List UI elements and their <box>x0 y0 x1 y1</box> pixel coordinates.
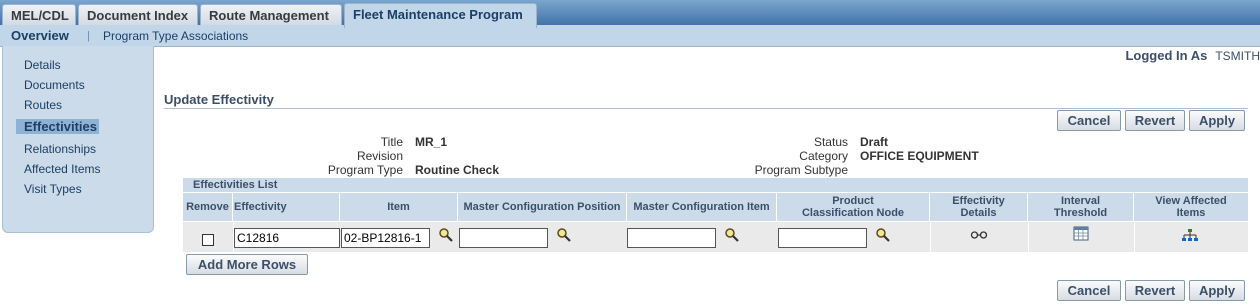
apply-button[interactable]: Apply <box>1189 110 1245 131</box>
column-item: Item <box>340 193 458 221</box>
logged-in-user: TSMITH <box>1215 49 1260 63</box>
sidebar-item-effectivities[interactable]: Effectivities <box>16 119 99 134</box>
calendar-icon[interactable] <box>1073 226 1089 241</box>
sidebar-item-affected-items[interactable]: Affected Items <box>24 162 100 176</box>
sub-navigation: Overview | Program Type Associations <box>0 27 1260 47</box>
sidebar-item-visit-types[interactable]: Visit Types <box>24 182 82 196</box>
status-value: Draft <box>860 135 889 149</box>
title-value: MR_1 <box>415 135 448 149</box>
program-subtype-label: Program Subtype <box>754 163 848 177</box>
tab-route-management[interactable]: Route Management <box>200 4 342 27</box>
glasses-icon[interactable] <box>970 230 988 240</box>
master-config-position-input[interactable] <box>459 228 548 248</box>
logged-in-info: Logged In As TSMITH <box>1125 48 1260 63</box>
cancel-button-bottom[interactable]: Cancel <box>1057 280 1121 301</box>
subnav-separator: | <box>87 30 90 42</box>
revert-button[interactable]: Revert <box>1125 110 1185 131</box>
revision-label: Revision <box>356 149 403 163</box>
program-type-label: Program Type <box>327 163 403 177</box>
logged-in-label: Logged In As <box>1125 48 1208 63</box>
remove-checkbox[interactable] <box>202 234 214 246</box>
title-label: Title <box>380 135 403 149</box>
cell-divider <box>1134 222 1135 252</box>
column-interval-threshold: Interval Threshold <box>1028 193 1134 221</box>
column-product-classification-node: Product Classification Node <box>777 193 930 221</box>
status-label: Status <box>813 135 848 149</box>
product-classification-node-input[interactable] <box>778 228 867 248</box>
cancel-button[interactable]: Cancel <box>1057 110 1121 131</box>
search-icon[interactable] <box>875 227 891 243</box>
column-view-affected-items: View Affected Items <box>1134 193 1248 221</box>
sidebar-item-details[interactable]: Details <box>24 58 61 72</box>
column-master-configuration-item: Master Configuration Item <box>627 193 777 221</box>
master-config-item-input[interactable] <box>627 228 716 248</box>
subnav-overview[interactable]: Overview <box>11 28 69 43</box>
sidebar-item-relationships[interactable]: Relationships <box>24 142 96 156</box>
search-icon[interactable] <box>556 227 572 243</box>
apply-button-bottom[interactable]: Apply <box>1189 280 1245 301</box>
tab-fleet-maintenance-program[interactable]: Fleet Maintenance Program <box>344 3 537 28</box>
column-master-configuration-position: Master Configuration Position <box>458 193 627 221</box>
item-input[interactable] <box>341 228 430 248</box>
sidebar-item-routes[interactable]: Routes <box>24 98 62 112</box>
add-more-rows-button[interactable]: Add More Rows <box>186 254 308 275</box>
search-icon[interactable] <box>438 227 454 243</box>
top-tab-bar: MEL/CDL Document Index Route Management … <box>0 0 1260 28</box>
cell-divider <box>1028 222 1029 252</box>
hierarchy-icon[interactable] <box>1181 228 1199 244</box>
cell-divider <box>930 222 931 252</box>
search-icon[interactable] <box>724 227 740 243</box>
effectivities-list-heading: Effectivities List <box>183 178 1248 192</box>
column-effectivity: Effectivity <box>233 193 340 221</box>
program-type-value: Routine Check <box>415 163 500 177</box>
side-navigation: Details Documents Routes Effectivities R… <box>2 46 154 233</box>
page-title: Update Effectivity <box>164 92 274 107</box>
sidebar-item-documents[interactable]: Documents <box>24 78 85 92</box>
revert-button-bottom[interactable]: Revert <box>1125 280 1185 301</box>
column-effectivity-details: Effectivity Details <box>930 193 1028 221</box>
column-remove: Remove <box>183 193 233 221</box>
tab-document-index[interactable]: Document Index <box>78 4 198 27</box>
category-value: OFFICE EQUIPMENT <box>860 149 979 163</box>
title-divider <box>164 108 1248 109</box>
category-label: Category <box>799 149 848 163</box>
tab-mel-cdl[interactable]: MEL/CDL <box>2 4 76 27</box>
effectivity-input[interactable] <box>234 228 340 248</box>
subnav-program-type-associations[interactable]: Program Type Associations <box>103 29 248 43</box>
